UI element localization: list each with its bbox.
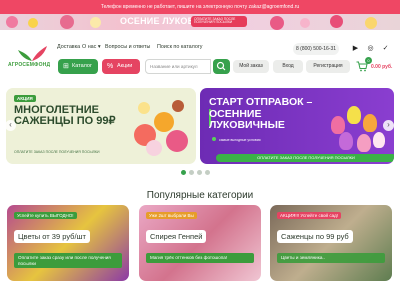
login-button[interactable]: Вход — [273, 60, 303, 73]
vk-icon[interactable]: ✓ — [382, 45, 389, 52]
banner-title: МНОГОЛЕТНИЕ САЖЕНЦЫ ПО 99₽ — [14, 104, 116, 127]
carousel-dot[interactable] — [205, 170, 210, 175]
banner-pill: ОПЛАТИТЕ ЗАКАЗ ПОСЛЕ ПОЛУЧЕНИЯ ПОСЫЛКИ — [14, 150, 100, 154]
instagram-icon[interactable]: ◎ — [367, 45, 374, 52]
flower-decor — [300, 18, 310, 28]
flower-decor — [270, 16, 284, 30]
banner-badge-label: самые выгодные условия — [218, 138, 261, 142]
flower-decor — [28, 18, 38, 28]
nav-about[interactable]: О нас ▾ — [82, 44, 101, 50]
tulips-image — [325, 96, 390, 158]
logo-text: АГРОСЕМФОНД — [8, 62, 51, 68]
cart-price: 0.00 руб. — [371, 64, 393, 70]
banner-bulbs[interactable]: СТАРТ ОТПРАВОК – ОСЕННИЕ ЛУКОВИЧНЫЕ самы… — [200, 88, 394, 164]
card-note: Магия трёх оттенков без фотошопа! — [146, 253, 254, 263]
my-order-button[interactable]: Мой заказ — [233, 60, 269, 73]
card-tag: Уже 2шт выбрали Вы — [146, 212, 197, 219]
nav-faq[interactable]: Вопросы и ответы — [105, 44, 150, 50]
banner-tag: АКЦИЯ — [14, 95, 36, 102]
arrow-left-icon[interactable]: ‹ — [5, 120, 16, 131]
nav-about-label: О нас — [82, 44, 97, 50]
card-note: Цветы и земляника.. — [277, 253, 385, 263]
search-input[interactable]: Название или артикул — [145, 59, 211, 74]
banner-pill: ОПЛАТИТЕ ЗАКАЗ ПОСЛЕ ПОЛУЧЕНИЯ ПОСЫЛКИ — [216, 154, 394, 162]
carousel-dot[interactable] — [189, 170, 194, 175]
arrow-right-icon[interactable]: › — [383, 120, 394, 131]
promo-pill: ОПЛАТИТЕ ЗАКАЗ ПОСЛЕ ПОЛУЧЕНИЯ ПОСЫЛКИ — [191, 16, 247, 27]
card-title: Спирея Генпей — [146, 230, 207, 243]
category-card[interactable]: Успейте купить ВЫГОДНО! Цветы от 39 руб/… — [7, 205, 129, 281]
banner-badge: самые выгодные условия — [212, 137, 261, 142]
nav-delivery[interactable]: Доставка — [57, 44, 80, 50]
logo-icon[interactable] — [14, 44, 50, 62]
grid-icon: ⊞ — [63, 63, 69, 70]
register-button[interactable]: Регистрация — [306, 60, 350, 73]
carousel-dot[interactable] — [181, 170, 186, 175]
search-button[interactable] — [213, 59, 230, 74]
card-title: Саженцы по 99 руб — [277, 230, 353, 243]
topbar-notice: Телефон временно не работает, пишите на … — [0, 0, 400, 14]
flower-decor — [365, 17, 377, 29]
sales-button[interactable]: % Акции — [102, 59, 140, 74]
cart-count-badge: 0 — [365, 57, 372, 64]
flower-decor — [330, 15, 343, 28]
sales-label: Акции — [117, 63, 133, 69]
flower-bouquet-image — [126, 94, 191, 160]
chevron-down-icon: ▾ — [97, 44, 101, 50]
check-dot-icon — [212, 137, 216, 141]
nav-search-catalog[interactable]: Поиск по каталогу — [157, 44, 202, 50]
card-tag: АКЦИЯ!!! Успейте свой сад! — [277, 212, 341, 219]
carousel-dot[interactable] — [197, 170, 202, 175]
search-icon — [216, 61, 226, 71]
flower-decor — [60, 15, 74, 29]
banner-perennials[interactable]: АКЦИЯ МНОГОЛЕТНИЕ САЖЕНЦЫ ПО 99₽ ОПЛАТИТ… — [6, 88, 196, 164]
catalog-label: Каталог — [72, 63, 92, 69]
flower-decor — [90, 17, 101, 28]
promo-strip[interactable]: ОСЕНИЕ ЛУКОВИЧНЫЕ ОПЛАТИТЕ ЗАКАЗ ПОСЛЕ П… — [0, 14, 400, 30]
category-card[interactable]: Уже 2шт выбрали Вы Спирея Генпей Магия т… — [139, 205, 261, 281]
catalog-button[interactable]: ⊞ Каталог — [58, 59, 98, 74]
category-card[interactable]: АКЦИЯ!!! Успейте свой сад! Саженцы по 99… — [270, 205, 392, 281]
card-tag: Успейте купить ВЫГОДНО! — [14, 212, 77, 219]
card-note: Оплатите заказ сразу или после получения… — [14, 253, 122, 268]
phone-number[interactable]: 8 (800) 500-16-31 — [293, 43, 339, 55]
percent-icon: % — [107, 63, 114, 70]
banner-title: СТАРТ ОТПРАВОК – ОСЕННИЕ ЛУКОВИЧНЫЕ — [209, 96, 313, 131]
flower-decor — [6, 16, 18, 28]
youtube-icon[interactable]: ▶ — [352, 45, 359, 52]
section-title: Популярные категории — [146, 190, 254, 201]
card-title: Цветы от 39 руб/шт — [14, 230, 90, 243]
